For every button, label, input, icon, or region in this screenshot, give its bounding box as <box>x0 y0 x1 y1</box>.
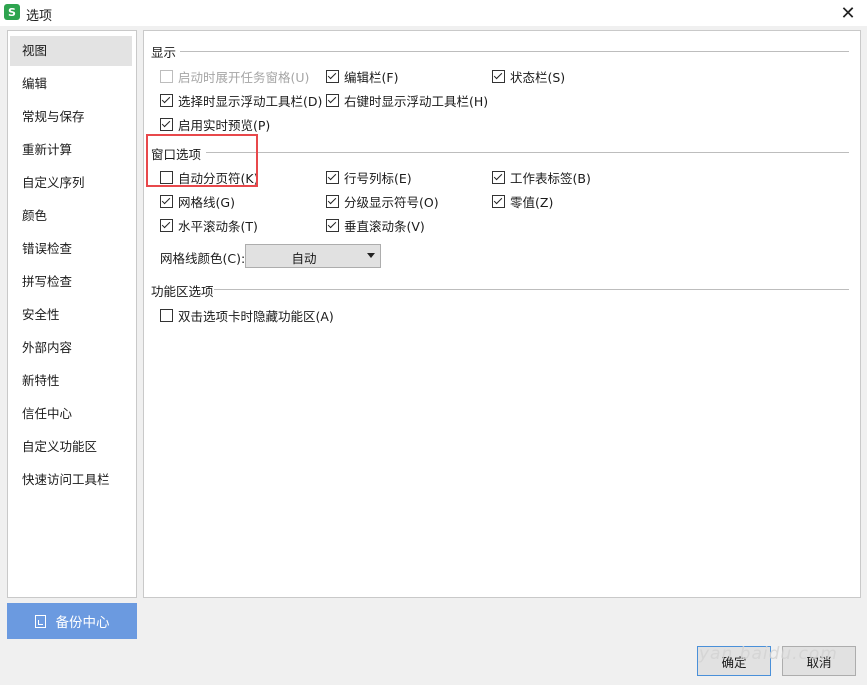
section-title-window-options: 窗口选项 <box>151 147 202 162</box>
checkbox-vertical-scrollbar[interactable]: 垂直滚动条(V) <box>326 216 425 235</box>
checkbox-sheet-tabs[interactable]: 工作表标签(B) <box>492 168 591 187</box>
checkbox-expand-task-pane[interactable]: 启动时展开任务窗格(U) <box>160 67 309 86</box>
checkbox-float-toolbar-rightclick[interactable]: 右键时显示浮动工具栏(H) <box>326 91 488 110</box>
checkbox-label: 右键时显示浮动工具栏(H) <box>344 94 489 109</box>
checkbox-row-col-headers[interactable]: 行号列标(E) <box>326 168 412 187</box>
section-title-ribbon-options: 功能区选项 <box>151 284 214 299</box>
checkbox-label: 双击选项卡时隐藏功能区(A) <box>178 309 334 324</box>
checkbox-box <box>492 171 505 184</box>
checkbox-live-preview[interactable]: 启用实时预览(P) <box>160 115 270 134</box>
checkbox-box <box>326 195 339 208</box>
checkbox-label: 分级显示符号(O) <box>344 195 439 210</box>
gridline-color-select[interactable]: 自动 <box>245 244 381 268</box>
backup-center-button[interactable]: 备份中心 <box>7 603 137 639</box>
backup-center-label: 备份中心 <box>55 615 110 631</box>
checkbox-label: 网格线(G) <box>178 195 235 210</box>
section-divider <box>214 289 849 290</box>
checkbox-horizontal-scrollbar[interactable]: 水平滚动条(T) <box>160 216 258 235</box>
checkbox-label: 垂直滚动条(V) <box>344 219 425 234</box>
checkbox-auto-page-break[interactable]: 自动分页符(K) <box>160 168 258 187</box>
sidebar-item-trust-center[interactable]: 信任中心 <box>10 399 132 429</box>
gridline-color-value: 自动 <box>291 251 317 266</box>
checkbox-box <box>160 171 173 184</box>
checkbox-box <box>492 195 505 208</box>
checkbox-label: 启动时展开任务窗格(U) <box>178 70 310 85</box>
wps-app-icon: S <box>4 4 20 20</box>
checkbox-label: 选择时显示浮动工具栏(D) <box>178 94 323 109</box>
sidebar-item-custom-list[interactable]: 自定义序列 <box>10 168 132 198</box>
section-divider <box>206 152 849 153</box>
sidebar-item-error-check[interactable]: 错误检查 <box>10 234 132 264</box>
checkbox-label: 状态栏(S) <box>510 70 566 85</box>
checkbox-label: 自动分页符(K) <box>178 171 259 186</box>
section-title-display: 显示 <box>151 45 177 60</box>
checkbox-box <box>326 70 339 83</box>
sidebar-item-custom-ribbon[interactable]: 自定义功能区 <box>10 432 132 462</box>
sidebar-item-external-content[interactable]: 外部内容 <box>10 333 132 363</box>
checkbox-box <box>160 195 173 208</box>
options-panel: 显示 启动时展开任务窗格(U) 编辑栏(F) 状态栏(S) 选择时显示浮动工具栏… <box>143 30 861 598</box>
checkbox-box <box>326 94 339 107</box>
checkbox-label: 水平滚动条(T) <box>178 219 258 234</box>
checkbox-status-bar[interactable]: 状态栏(S) <box>492 67 565 86</box>
sidebar-item-security[interactable]: 安全性 <box>10 300 132 330</box>
checkbox-label: 启用实时预览(P) <box>178 118 271 133</box>
sidebar-item-edit[interactable]: 编辑 <box>10 69 132 99</box>
backup-icon <box>34 614 46 628</box>
checkbox-box <box>326 219 339 232</box>
sidebar-item-quick-access-toolbar[interactable]: 快速访问工具栏 <box>10 465 132 495</box>
sidebar-item-color[interactable]: 颜色 <box>10 201 132 231</box>
checkbox-box <box>160 70 173 83</box>
title-bar: S 选项 ✕ <box>0 0 867 26</box>
sidebar-item-spell-check[interactable]: 拼写检查 <box>10 267 132 297</box>
checkbox-gridlines[interactable]: 网格线(G) <box>160 192 235 211</box>
checkbox-label: 行号列标(E) <box>344 171 412 186</box>
checkbox-formula-bar[interactable]: 编辑栏(F) <box>326 67 398 86</box>
window-title: 选项 <box>26 9 53 24</box>
checkbox-outline-symbols[interactable]: 分级显示符号(O) <box>326 192 439 211</box>
gridline-color-label: 网格线颜色(C): <box>160 251 246 266</box>
close-icon[interactable]: ✕ <box>835 1 861 25</box>
checkbox-label: 工作表标签(B) <box>510 171 591 186</box>
sidebar-item-view[interactable]: 视图 <box>10 36 132 66</box>
checkbox-box <box>160 118 173 131</box>
checkbox-hide-ribbon-dblclick[interactable]: 双击选项卡时隐藏功能区(A) <box>160 306 334 325</box>
cancel-button[interactable]: 取消 <box>782 646 856 676</box>
sidebar-item-general-save[interactable]: 常规与保存 <box>10 102 132 132</box>
checkbox-box <box>160 94 173 107</box>
checkbox-float-toolbar-select[interactable]: 选择时显示浮动工具栏(D) <box>160 91 322 110</box>
sidebar: 视图 编辑 常规与保存 重新计算 自定义序列 颜色 错误检查 拼写检查 安全性 … <box>7 30 137 598</box>
checkbox-box <box>326 171 339 184</box>
checkbox-label: 编辑栏(F) <box>344 70 399 85</box>
sidebar-item-new-features[interactable]: 新特性 <box>10 366 132 396</box>
ok-button[interactable]: 确定 <box>697 646 771 676</box>
checkbox-zero-values[interactable]: 零值(Z) <box>492 192 553 211</box>
checkbox-box <box>160 309 173 322</box>
sidebar-item-recalculate[interactable]: 重新计算 <box>10 135 132 165</box>
checkbox-box <box>160 219 173 232</box>
chevron-down-icon <box>367 253 375 258</box>
checkbox-label: 零值(Z) <box>510 195 554 210</box>
section-divider <box>180 51 849 52</box>
checkbox-box <box>492 70 505 83</box>
